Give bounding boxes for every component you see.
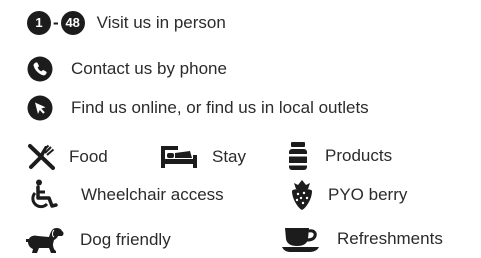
stay-label: Stay (212, 147, 247, 166)
online-label: Find us online, or find us in local outl… (71, 98, 369, 117)
legend-food: Food (27, 142, 108, 172)
pyo-label: PYO berry (328, 185, 408, 204)
map-legend: 1 - 48 Visit us in person Contact us by … (0, 0, 481, 258)
cursor-icon (27, 95, 53, 121)
cutlery-icon (27, 143, 57, 171)
food-label: Food (69, 147, 108, 166)
wheelchair-icon (30, 179, 58, 211)
dog-icon (25, 226, 65, 254)
legend-online-row: Find us online, or find us in local outl… (27, 94, 369, 122)
dog-label: Dog friendly (80, 230, 171, 249)
products-label: Products (325, 146, 393, 165)
legend-dog: Dog friendly (25, 225, 171, 255)
jar-icon (288, 141, 308, 171)
teacup-icon (281, 225, 321, 253)
legend-phone-row: Contact us by phone (27, 55, 227, 83)
bed-icon (160, 144, 198, 170)
phone-icon (27, 56, 53, 82)
number-badge-end: 48 (60, 11, 85, 35)
legend-wheelchair: Wheelchair access (30, 179, 224, 211)
range-separator: - (53, 13, 59, 32)
visit-label: Visit us in person (96, 13, 226, 32)
legend-stay: Stay (160, 142, 246, 172)
legend-refreshments: Refreshments (281, 224, 443, 254)
number-badge-start: 1 (27, 11, 51, 35)
legend-visit-row: 1 - 48 Visit us in person (27, 9, 226, 37)
wheelchair-label: Wheelchair access (81, 185, 224, 204)
refreshments-label: Refreshments (337, 229, 443, 248)
legend-pyo: PYO berry (290, 180, 407, 210)
strawberry-icon (290, 179, 314, 211)
phone-label: Contact us by phone (71, 59, 227, 78)
legend-products: Products (288, 141, 392, 171)
